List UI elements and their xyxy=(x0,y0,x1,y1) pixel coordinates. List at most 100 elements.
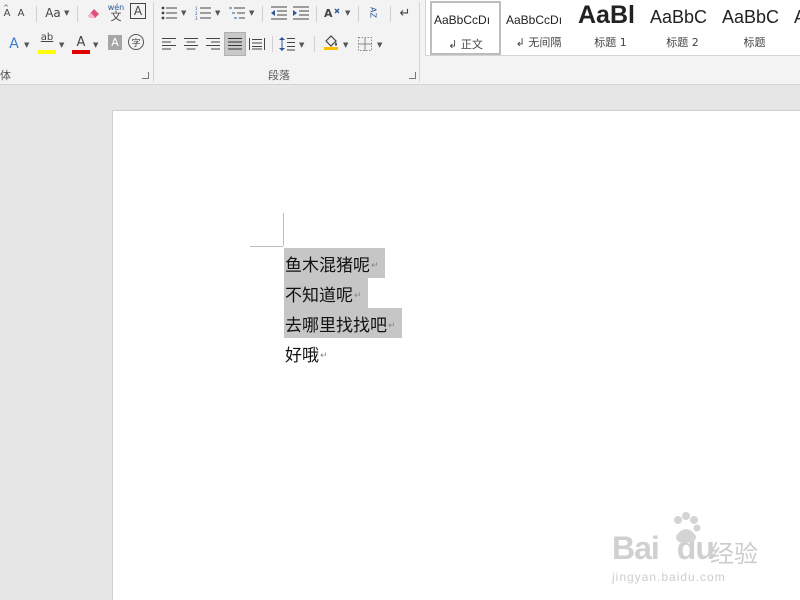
paragraph-mark-icon: ↵ xyxy=(354,291,362,301)
watermark-logo-part: Bai xyxy=(612,530,660,566)
text-effects-button[interactable]: A xyxy=(6,34,22,54)
font-dialog-launcher[interactable] xyxy=(142,72,149,79)
paragraph-mark-icon: ↵ xyxy=(371,261,379,271)
align-center-icon xyxy=(184,38,198,50)
multilevel-list-button[interactable] xyxy=(228,3,246,23)
separator xyxy=(358,6,359,22)
align-left-button[interactable] xyxy=(160,34,178,54)
decrease-indent-icon xyxy=(271,6,287,20)
align-right-button[interactable] xyxy=(204,34,222,54)
line-text: 好哦 xyxy=(285,345,319,366)
group-separator xyxy=(419,2,420,82)
shrink-font-2-button[interactable]: A xyxy=(14,3,28,23)
shrink-font-arrow-icon: ^ xyxy=(3,4,9,12)
char-border-button[interactable]: A xyxy=(130,3,146,19)
ribbon: A ^ A Aa ▼ wén 文 A A ▼ ab ▼ A ▼ A 字 体 ▼ … xyxy=(0,0,800,85)
align-center-button[interactable] xyxy=(182,34,200,54)
line-text: 鱼木混猪呢 xyxy=(285,255,370,276)
numbering-button[interactable]: 123 xyxy=(194,3,212,23)
separator xyxy=(262,6,263,22)
separator xyxy=(314,36,315,52)
style-name: 标题 2 xyxy=(666,36,699,49)
phonetic-guide-button[interactable]: wén 文 xyxy=(107,1,125,23)
increase-indent-icon xyxy=(293,6,309,20)
paragraph-mark-icon: ↵ xyxy=(320,351,328,361)
separator xyxy=(36,6,37,22)
style-preview: AaBbCcDı xyxy=(506,13,563,27)
phonetic-guide-bottom: 文 xyxy=(110,10,122,23)
bullets-icon xyxy=(161,6,177,20)
style-title[interactable]: AaBbC 标题 xyxy=(719,1,790,55)
watermark-cn-text: 经验 xyxy=(710,540,758,568)
style-heading-1[interactable]: AaBl 标题 1 xyxy=(575,1,646,55)
chevron-down-icon: ▼ xyxy=(181,9,187,17)
sort-glyph: AZ xyxy=(368,6,378,18)
line-spacing-icon xyxy=(279,37,295,51)
chevron-down-icon: ▼ xyxy=(59,41,65,49)
distributed-button[interactable] xyxy=(248,34,266,54)
style-name: ↲ 正文 xyxy=(448,38,483,51)
separator xyxy=(316,6,317,22)
justify-button[interactable] xyxy=(224,32,246,56)
margin-corner-mark xyxy=(250,246,283,247)
style-heading-2[interactable]: AaBbC 标题 2 xyxy=(647,1,718,55)
style-preview: AaBbC xyxy=(650,7,708,27)
document-line-selected[interactable]: 去哪里找找吧 ↵ xyxy=(284,308,402,338)
chevron-down-icon: ▼ xyxy=(377,41,383,49)
chevron-down-icon: ▼ xyxy=(24,41,30,49)
asian-layout-icon: A xyxy=(324,7,340,20)
numbering-icon: 123 xyxy=(195,6,211,20)
watermark-url: jingyan.baidu.com xyxy=(612,570,726,584)
chevron-down-icon: ▼ xyxy=(215,9,221,17)
align-left-icon xyxy=(162,38,176,50)
group-separator xyxy=(153,2,154,82)
style-name: 标题 1 xyxy=(594,36,627,49)
highlight-color-bar xyxy=(38,50,56,54)
decrease-indent-button[interactable] xyxy=(270,3,288,23)
separator xyxy=(77,6,78,22)
align-right-icon xyxy=(206,38,220,50)
paint-bucket-icon xyxy=(324,35,338,50)
show-marks-button[interactable]: ↵ xyxy=(397,3,413,23)
increase-indent-button[interactable] xyxy=(292,3,310,23)
justify-icon xyxy=(228,38,242,50)
chevron-down-icon: ▼ xyxy=(93,41,99,49)
style-subtitle[interactable]: A xyxy=(791,1,800,55)
enclose-char-button[interactable]: 字 xyxy=(128,34,144,50)
char-shading-button[interactable]: A xyxy=(108,35,122,50)
document-line-selected[interactable]: 不知道呢 ↵ xyxy=(284,278,368,308)
chevron-down-icon: ▼ xyxy=(64,9,70,17)
chevron-down-icon: ▼ xyxy=(345,9,351,17)
style-preview: AaBbC xyxy=(722,7,780,27)
font-color-bar xyxy=(72,50,90,54)
sort-button[interactable]: AZ xyxy=(364,2,382,22)
highlight-button[interactable]: ab xyxy=(38,32,56,52)
paragraph-mark-icon: ↵ xyxy=(388,321,396,331)
paragraph-dialog-launcher[interactable] xyxy=(409,72,416,79)
style-name: ↲ 无间隔 xyxy=(515,36,562,49)
style-no-spacing[interactable]: AaBbCcDı ↲ 无间隔 xyxy=(503,1,574,55)
highlight-glyph: ab xyxy=(40,32,54,43)
svg-text:A: A xyxy=(324,7,333,20)
baidu-watermark: Bai du 经验 jingyan.baidu.com xyxy=(612,512,762,592)
document-line-selected[interactable]: 鱼木混猪呢 ↵ xyxy=(284,248,385,278)
borders-button[interactable] xyxy=(356,34,374,54)
line-spacing-button[interactable] xyxy=(278,34,296,54)
style-preview: A xyxy=(794,7,800,28)
shading-button[interactable] xyxy=(322,32,340,52)
font-group-label: 体 xyxy=(0,69,11,82)
styles-gallery: AaBbCcDı ↲ 正文 AaBbCcDı ↲ 无间隔 AaBl 标题 1 A… xyxy=(425,0,800,56)
font-color-button[interactable]: A xyxy=(72,32,90,52)
paw-icon xyxy=(670,512,702,554)
change-case-button[interactable]: Aa xyxy=(42,3,64,23)
asian-layout-button[interactable]: A xyxy=(322,3,342,23)
eraser-icon xyxy=(88,9,99,18)
style-preview: AaBl xyxy=(578,1,635,29)
document-line[interactable]: 好哦 ↵ xyxy=(284,338,334,368)
bullets-button[interactable] xyxy=(160,3,178,23)
style-normal[interactable]: AaBbCcDı ↲ 正文 xyxy=(430,1,501,55)
style-preview: AaBbCcDı xyxy=(434,13,491,27)
paragraph-group-label: 段落 xyxy=(268,69,290,82)
svg-text:3: 3 xyxy=(195,16,198,20)
clear-formatting-button[interactable] xyxy=(84,3,104,23)
